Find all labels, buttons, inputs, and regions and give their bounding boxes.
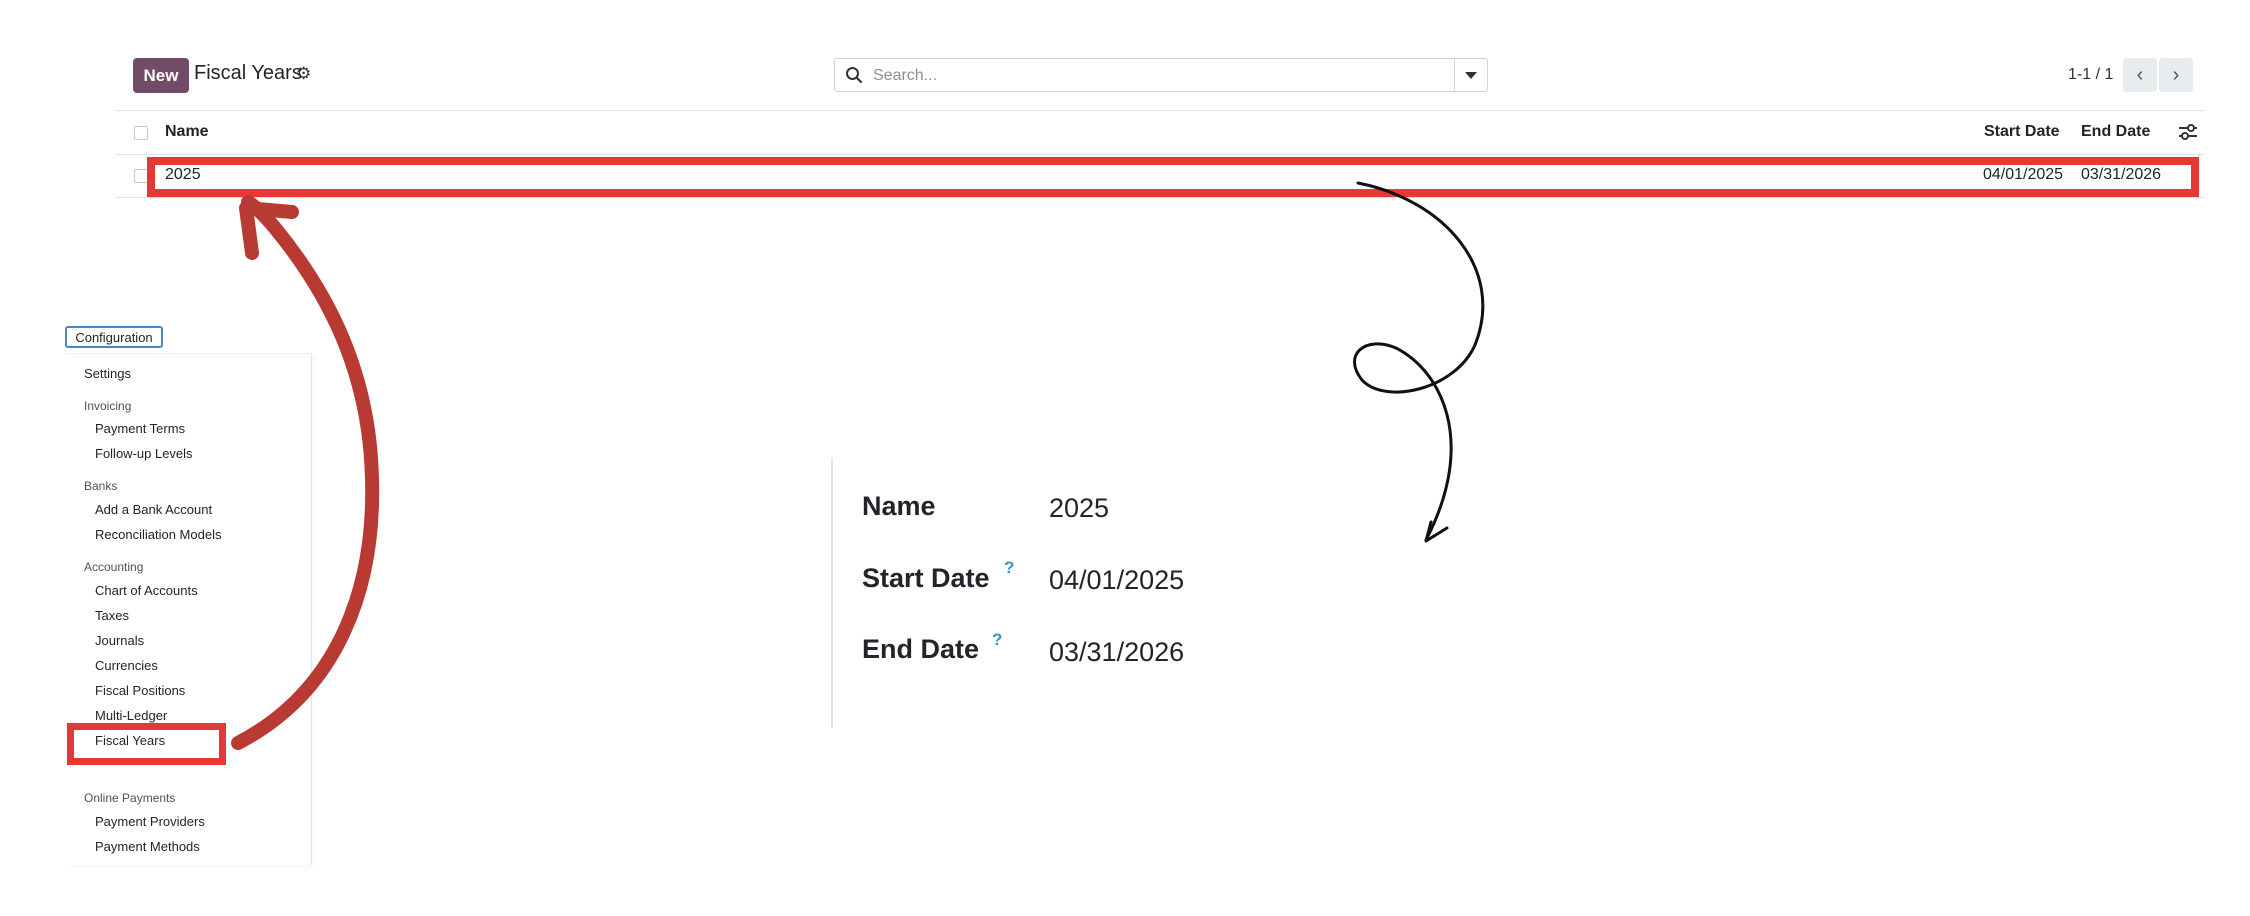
black-loop-arrow [1353, 181, 1485, 542]
annotation-arrows [231, 181, 1485, 750]
black-arrowhead [1424, 520, 1449, 543]
red-curved-arrow [231, 195, 380, 750]
